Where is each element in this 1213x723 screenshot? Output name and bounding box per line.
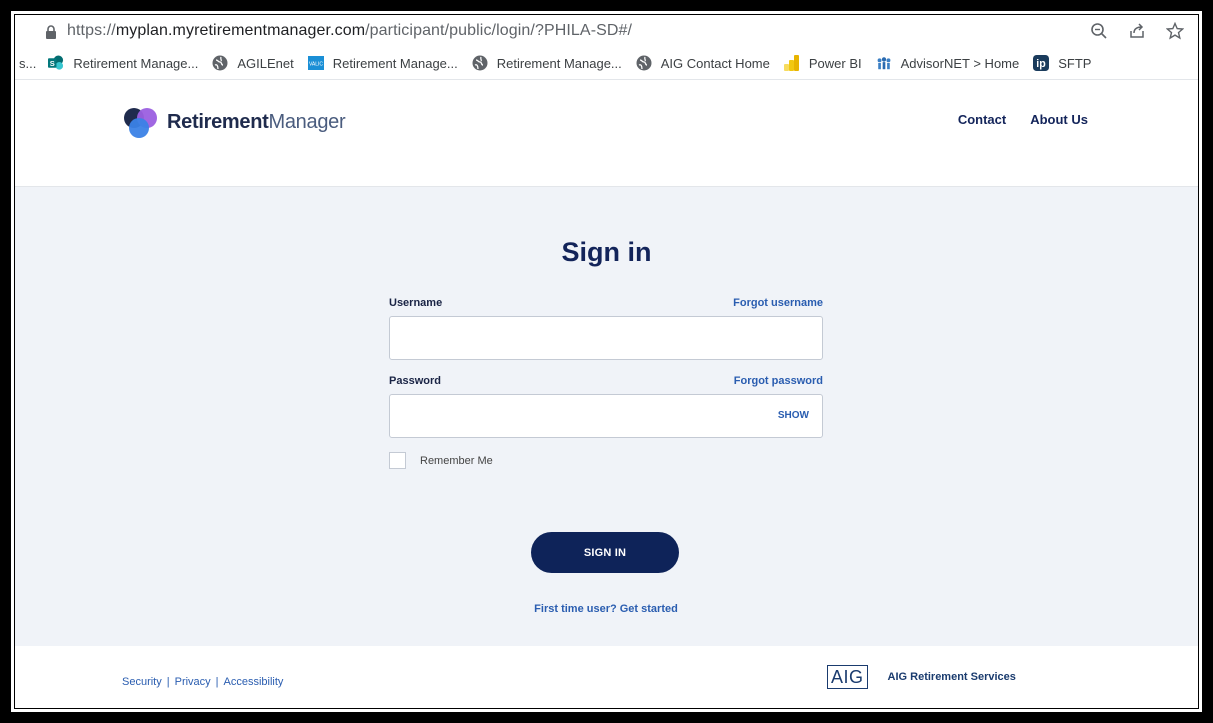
nav-contact[interactable]: Contact	[958, 112, 1006, 127]
bookmark-label: SFTP	[1058, 55, 1092, 71]
bookmark-item[interactable]: VALIC Retirement Manage...	[307, 55, 458, 71]
bookmark-label: AGILEnet	[237, 55, 294, 71]
advisornet-icon	[876, 55, 892, 71]
globe-icon	[212, 55, 228, 71]
globe-icon	[636, 55, 652, 71]
bookmark-label: s...	[19, 55, 37, 71]
password-input[interactable]	[389, 394, 823, 438]
lock-icon	[46, 25, 56, 39]
address-bar-actions	[1088, 20, 1186, 42]
remember-me-label: Remember Me	[420, 454, 493, 467]
security-link[interactable]: Security	[122, 676, 162, 688]
sign-in-button[interactable]: SIGN IN	[531, 532, 679, 573]
bookmark-label: Power BI	[808, 55, 862, 71]
logo-text-retirement: Retirement	[167, 110, 269, 133]
zoom-icon[interactable]	[1088, 20, 1110, 42]
footer-separator: |	[166, 676, 170, 688]
aig-retirement-services-text: AIG Retirement Services	[887, 671, 1016, 683]
bookmark-item[interactable]: AGILEnet	[212, 55, 294, 71]
site-footer: Security | Privacy | Accessibility AIG AIG R…	[15, 646, 1198, 708]
bookmark-label: Retirement Manage...	[496, 55, 622, 71]
star-icon[interactable]	[1164, 20, 1186, 42]
url-domain: myplan.myretirementmanager.com	[115, 22, 366, 39]
bookmark-item[interactable]: s...	[19, 56, 36, 71]
forgot-username-link[interactable]: Forgot username	[733, 297, 823, 309]
bookmark-item[interactable]: S Retirement Manage...	[48, 55, 198, 71]
username-label: Username	[389, 297, 443, 309]
svg-text:VALIC: VALIC	[309, 62, 323, 68]
show-password-toggle[interactable]: SHOW	[778, 410, 809, 421]
bookmark-item[interactable]: Retirement Manage...	[472, 55, 622, 71]
logo-text: RetirementManager	[167, 110, 346, 134]
page-title: Sign in	[561, 237, 652, 267]
bookmark-label: AdvisorNET > Home	[900, 55, 1020, 71]
bookmark-item[interactable]: ip SFTP	[1033, 55, 1091, 71]
bookmark-item[interactable]: AIG Contact Home	[636, 55, 770, 71]
password-label-row: Password Forgot password	[389, 375, 823, 387]
top-nav: Contact About Us	[958, 112, 1088, 127]
accessibility-link[interactable]: Accessibility	[224, 676, 284, 688]
aig-branding: AIG AIG Retirement Services	[827, 665, 1016, 689]
logo-mark-icon	[124, 108, 157, 138]
aig-logo: AIG	[827, 665, 868, 689]
remember-me-checkbox[interactable]	[389, 452, 406, 469]
password-field-wrapper: SHOW	[389, 394, 823, 438]
bookmark-label: Retirement Manage...	[73, 55, 199, 71]
valic-icon: VALIC	[307, 55, 324, 71]
password-label: Password	[389, 375, 441, 387]
ip-icon: ip	[1033, 55, 1050, 71]
browser-window: https://myplan.myretirementmanager.com/p…	[14, 14, 1199, 709]
sharepoint-icon: S	[48, 55, 64, 71]
retirement-manager-logo[interactable]: RetirementManager	[122, 105, 346, 139]
get-started-link[interactable]: First time user? Get started	[389, 603, 823, 615]
bookmark-item[interactable]: AdvisorNET > Home	[876, 55, 1020, 71]
sign-in-form: Username Forgot username Password Forgot…	[389, 297, 823, 615]
forgot-password-link[interactable]: Forgot password	[734, 375, 823, 387]
screenshot-frame: https://myplan.myretirementmanager.com/p…	[8, 8, 1205, 715]
svg-text:ip: ip	[1036, 58, 1046, 70]
powerbi-icon	[783, 55, 800, 71]
bookmark-item[interactable]: Power BI	[783, 55, 862, 71]
logo-text-manager: Manager	[268, 110, 346, 133]
url-text[interactable]: https://myplan.myretirementmanager.com/p…	[67, 22, 632, 40]
globe-icon	[472, 55, 488, 71]
site-header: RetirementManager Contact About Us	[15, 79, 1198, 187]
remember-me-row: Remember Me	[389, 452, 823, 469]
url-prefix: https://	[67, 22, 116, 39]
footer-links: Security | Privacy | Accessibility	[122, 676, 283, 688]
privacy-link[interactable]: Privacy	[175, 676, 211, 688]
svg-text:S: S	[50, 59, 55, 68]
bookmark-label: Retirement Manage...	[332, 55, 458, 71]
url-path: /participant/public/login/?PHILA-SD#/	[365, 22, 633, 39]
username-label-row: Username Forgot username	[389, 297, 823, 309]
nav-about-us[interactable]: About Us	[1030, 112, 1088, 127]
bookmarks-bar: s... S Retirement Manage... AGILEnet VALI…	[15, 47, 1198, 79]
address-bar[interactable]: https://myplan.myretirementmanager.com/p…	[15, 15, 1198, 47]
footer-separator: |	[215, 676, 219, 688]
page-content: RetirementManager Contact About Us Sign …	[15, 79, 1198, 708]
bookmark-label: AIG Contact Home	[660, 55, 770, 71]
username-input[interactable]	[389, 316, 823, 360]
share-icon[interactable]	[1126, 20, 1148, 42]
